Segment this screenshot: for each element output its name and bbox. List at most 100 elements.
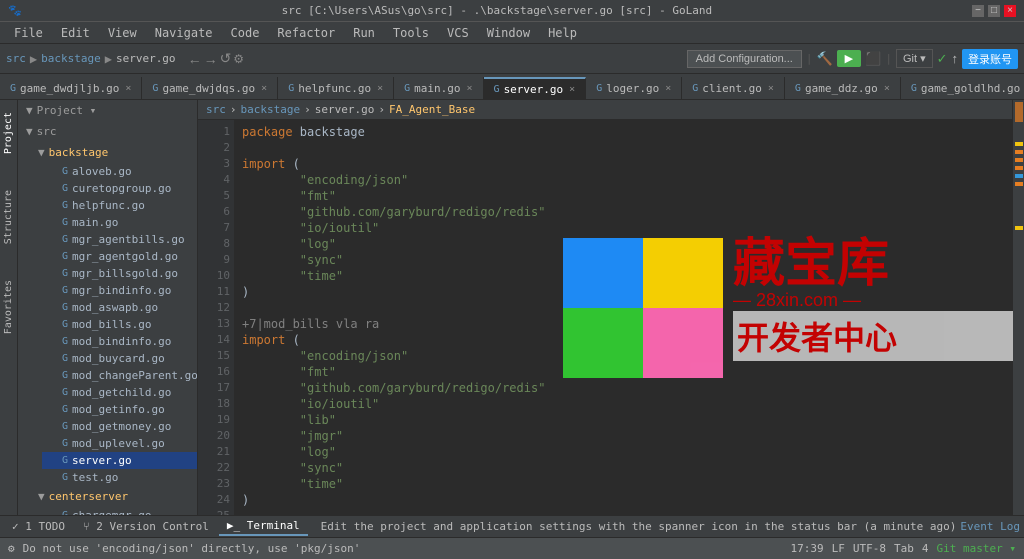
tab-helpfunc[interactable]: G helpfunc.go ×: [278, 77, 394, 99]
version-control-tab[interactable]: ⑂ 2 Version Control: [75, 518, 217, 535]
file-mgr-bindinfo[interactable]: Gmgr_bindinfo.go: [42, 282, 197, 299]
minimize-button[interactable]: −: [972, 5, 984, 17]
breadcrumb-src[interactable]: src: [6, 52, 26, 65]
file-mod-getmoney[interactable]: Gmod_getmoney.go: [42, 418, 197, 435]
settings-button[interactable]: ⚙: [233, 50, 244, 67]
status-position[interactable]: 17:39: [791, 542, 824, 555]
file-curetopgroup[interactable]: Gcuretopgroup.go: [42, 180, 197, 197]
tab-close-5[interactable]: ×: [569, 84, 575, 95]
tab-close-6[interactable]: ×: [665, 83, 671, 94]
build-button[interactable]: 🔨: [816, 51, 832, 67]
todo-tab[interactable]: ✓ 1 TODO: [4, 518, 73, 535]
tab-game-ddz[interactable]: G game_ddz.go ×: [785, 77, 901, 99]
file-label: chargemgr.go: [72, 509, 151, 515]
vc-label: 2 Version Control: [96, 520, 209, 533]
status-encoding[interactable]: UTF-8: [853, 542, 886, 555]
menu-vcs[interactable]: VCS: [439, 24, 477, 42]
tab-close-7[interactable]: ×: [768, 83, 774, 94]
file-mod-uplevel[interactable]: Gmod_uplevel.go: [42, 435, 197, 452]
menu-refactor[interactable]: Refactor: [269, 24, 343, 42]
menu-run[interactable]: Run: [345, 24, 383, 42]
status-indent[interactable]: Tab: [894, 542, 914, 555]
file-chargemgr[interactable]: Gchargemgr.go: [42, 507, 197, 515]
close-button[interactable]: ×: [1004, 5, 1016, 17]
sidebar-tab-structure[interactable]: Structure: [1, 182, 16, 252]
forward-button[interactable]: →: [204, 50, 218, 67]
sidebar-tab-project[interactable]: Project: [1, 104, 16, 162]
file-label: mgr_agentgold.go: [72, 250, 178, 263]
tab-close-2[interactable]: ×: [261, 83, 267, 94]
tab-server[interactable]: G server.go ×: [484, 77, 587, 99]
file-main[interactable]: Gmain.go: [42, 214, 197, 231]
git-button[interactable]: Git ▾: [896, 49, 933, 68]
breadcrumb-file[interactable]: server.go: [116, 52, 176, 65]
share-button[interactable]: 登录账号: [962, 49, 1018, 69]
file-mod-changeparent[interactable]: Gmod_changeParent.go: [42, 367, 197, 384]
bottom-tabs: ✓ 1 TODO ⑂ 2 Version Control ▶_ Terminal…: [0, 515, 1024, 537]
file-mgr-billsgold[interactable]: Gmgr_billsgold.go: [42, 265, 197, 282]
tree-node-backstage[interactable]: ▼ backstage: [30, 142, 197, 163]
code-editor[interactable]: package backstage import ( "encoding/jso…: [234, 120, 1024, 515]
sidebar: ▼ Project ▾ ▼ src ▼ backstage Galoveb.go…: [18, 100, 198, 515]
back-button[interactable]: ←: [188, 50, 202, 67]
menu-window[interactable]: Window: [479, 24, 538, 42]
menu-help[interactable]: Help: [540, 24, 585, 42]
centerserver-label: centerserver: [49, 490, 128, 503]
file-mod-bindinfo[interactable]: Gmod_bindinfo.go: [42, 333, 197, 350]
tab-main[interactable]: G main.go ×: [394, 77, 483, 99]
tab-loger[interactable]: G loger.go ×: [586, 77, 682, 99]
tab-client[interactable]: G client.go ×: [682, 77, 785, 99]
file-mod-getinfo[interactable]: Gmod_getinfo.go: [42, 401, 197, 418]
sidebar-project-label: Project ▾: [37, 104, 97, 117]
tab-close-4[interactable]: ×: [467, 83, 473, 94]
terminal-tab[interactable]: ▶_ Terminal: [219, 517, 308, 536]
status-git[interactable]: Git master ▾: [937, 542, 1016, 555]
menu-view[interactable]: View: [100, 24, 145, 42]
breadcrumb-path: src: [206, 103, 226, 116]
go-icon: G: [62, 472, 68, 483]
menu-file[interactable]: File: [6, 24, 51, 42]
event-log-area: Edit the project and application setting…: [321, 520, 1020, 533]
file-mgr-agentbills[interactable]: Gmgr_agentbills.go: [42, 231, 197, 248]
file-mod-getchild[interactable]: Gmod_getchild.go: [42, 384, 197, 401]
gutter-error-2: [1015, 150, 1023, 154]
commit-button[interactable]: ✓: [937, 51, 948, 67]
file-mgr-agentgold[interactable]: Gmgr_agentgold.go: [42, 248, 197, 265]
menu-navigate[interactable]: Navigate: [147, 24, 221, 42]
tab-game-dwdjljb[interactable]: G game_dwdjljb.go ×: [0, 77, 142, 99]
tab-close-1[interactable]: ×: [125, 83, 131, 94]
sidebar-tab-favorites[interactable]: Favorites: [1, 272, 16, 342]
menu-code[interactable]: Code: [223, 24, 268, 42]
file-tree: ▼ src ▼ backstage Galoveb.go Gcuretopgro…: [18, 121, 197, 515]
status-settings-icon[interactable]: ⚙: [8, 542, 15, 555]
file-mod-bills[interactable]: Gmod_bills.go: [42, 316, 197, 333]
sidebar-header-project[interactable]: ▼ Project ▾: [18, 100, 197, 121]
file-helpfunc[interactable]: Ghelpfunc.go: [42, 197, 197, 214]
add-config-button[interactable]: Add Configuration...: [687, 50, 802, 68]
run-button[interactable]: ▶: [837, 50, 861, 67]
file-mod-aswapb[interactable]: Gmod_aswapb.go: [42, 299, 197, 316]
menu-tools[interactable]: Tools: [385, 24, 437, 42]
gutter-info-1: [1015, 174, 1023, 178]
tab-game-goldlhd[interactable]: G game_goldlhd.go ×: [901, 77, 1024, 99]
tab-close-8[interactable]: ×: [884, 83, 890, 94]
push-button[interactable]: ↑: [952, 51, 959, 66]
file-mod-buycard[interactable]: Gmod_buycard.go: [42, 350, 197, 367]
event-log-link[interactable]: Event Log: [960, 520, 1020, 533]
file-test[interactable]: Gtest.go: [42, 469, 197, 486]
tab-game-dwjdqs[interactable]: G game_dwjdqs.go ×: [142, 77, 278, 99]
menu-edit[interactable]: Edit: [53, 24, 98, 42]
breadcrumb-backstage[interactable]: backstage: [41, 52, 101, 65]
code-container[interactable]: 12345 678910 1112131415 1617181920 21222…: [198, 120, 1024, 515]
refresh-button[interactable]: ↺: [220, 50, 232, 67]
go-icon: G: [62, 200, 68, 211]
status-lf[interactable]: LF: [832, 542, 845, 555]
editor-area[interactable]: src › backstage › server.go › FA_Agent_B…: [198, 100, 1024, 515]
tree-node-centerserver[interactable]: ▼ centerserver: [30, 486, 197, 507]
tab-close-3[interactable]: ×: [377, 83, 383, 94]
stop-button[interactable]: ⬛: [865, 51, 881, 67]
maximize-button[interactable]: □: [988, 5, 1000, 17]
file-server[interactable]: Gserver.go: [42, 452, 197, 469]
file-aloveb[interactable]: Galoveb.go: [42, 163, 197, 180]
tree-node-src[interactable]: ▼ src: [18, 121, 197, 142]
